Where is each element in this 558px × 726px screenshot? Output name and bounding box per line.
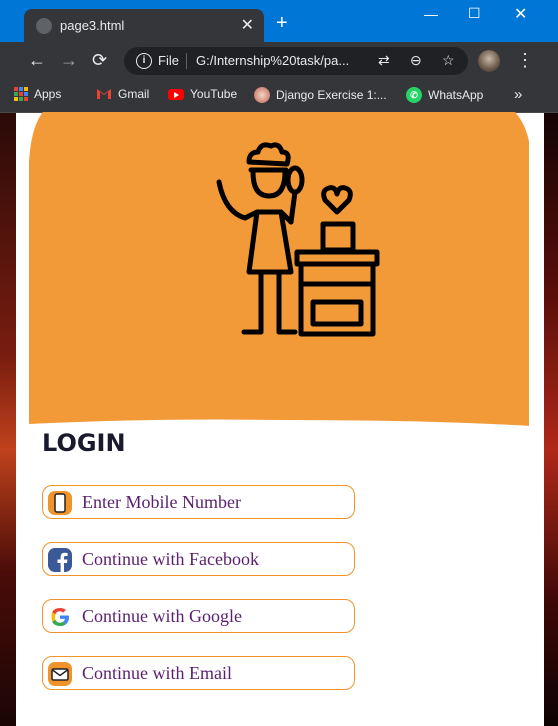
address-url[interactable]: G:/Internship%20task/pa... [196, 53, 349, 68]
email-login-button[interactable]: Continue with Email [42, 656, 355, 690]
close-tab-icon[interactable]: ✕ [241, 15, 254, 35]
option-label: Continue with Google [82, 606, 242, 626]
login-heading: LOGIN [42, 429, 126, 457]
address-divider [186, 53, 187, 69]
apps-grid-icon [14, 87, 28, 101]
bookmark-label: WhatsApp [428, 88, 484, 102]
bookmark-label: Django Exercise 1:... [276, 88, 387, 102]
minimize-icon[interactable]: — [424, 6, 438, 22]
facebook-icon [48, 548, 72, 572]
new-tab-button[interactable]: + [276, 12, 288, 35]
address-scheme: File [158, 53, 179, 68]
zoom-out-icon[interactable]: ⊖ [410, 52, 422, 69]
close-window-icon[interactable]: ✕ [514, 4, 527, 24]
mobile-number-button[interactable]: Enter Mobile Number [42, 485, 355, 519]
more-menu-icon[interactable]: ⋮ [516, 50, 534, 71]
globe-icon [36, 18, 52, 34]
address-bar[interactable]: i File G:/Internship%20task/pa... ⇄ ⊖ ☆ [124, 47, 468, 75]
maximize-icon[interactable]: ☐ [468, 5, 481, 22]
whatsapp-icon: ✆ [406, 87, 422, 103]
bookmark-star-icon[interactable]: ☆ [442, 52, 455, 69]
info-icon[interactable]: i [136, 53, 152, 69]
bookmark-label: YouTube [190, 87, 238, 101]
option-label: Continue with Email [82, 663, 232, 683]
bookmark-apps[interactable]: Apps [14, 87, 61, 101]
google-login-button[interactable]: Continue with Google [42, 599, 355, 633]
desktop-background-right [544, 112, 558, 726]
email-icon [48, 662, 72, 686]
youtube-icon [168, 88, 184, 100]
back-arrow-icon[interactable]: ← [28, 50, 46, 71]
browser-toolbar: ← → ⟳ i File G:/Internship%20task/pa... … [0, 42, 558, 80]
facebook-login-button[interactable]: Continue with Facebook [42, 542, 355, 576]
bookmarks-bar: Apps Gmail YouTube Django Exercise 1:...… [0, 80, 558, 113]
bookmark-youtube[interactable]: YouTube [168, 87, 237, 101]
hero-chef-illustration [29, 112, 529, 426]
option-label: Enter Mobile Number [82, 492, 241, 512]
django-avatar-icon [254, 87, 270, 103]
option-label: Continue with Facebook [82, 549, 259, 569]
hero-background-shape [29, 112, 529, 426]
gmail-icon [97, 89, 111, 99]
bookmark-django-exercise[interactable]: Django Exercise 1:... [254, 87, 387, 103]
bookmark-label: Apps [34, 87, 62, 101]
tab-page3[interactable]: page3.html ✕ [24, 9, 264, 42]
browser-titlebar: page3.html ✕ + — ☐ ✕ [0, 0, 558, 42]
translate-icon[interactable]: ⇄ [378, 52, 390, 69]
reload-icon[interactable]: ⟳ [92, 50, 107, 71]
tab-title: page3.html [60, 18, 125, 33]
desktop-background-left [0, 112, 16, 726]
profile-avatar[interactable] [478, 50, 500, 72]
google-icon [51, 608, 69, 626]
bookmark-gmail[interactable]: Gmail [96, 87, 149, 101]
mobile-phone-icon [48, 491, 72, 515]
forward-arrow-icon[interactable]: → [60, 50, 78, 71]
more-bookmarks-icon[interactable]: » [514, 86, 522, 103]
bookmark-whatsapp[interactable]: ✆ WhatsApp [406, 87, 483, 103]
bookmark-label: Gmail [118, 87, 150, 101]
